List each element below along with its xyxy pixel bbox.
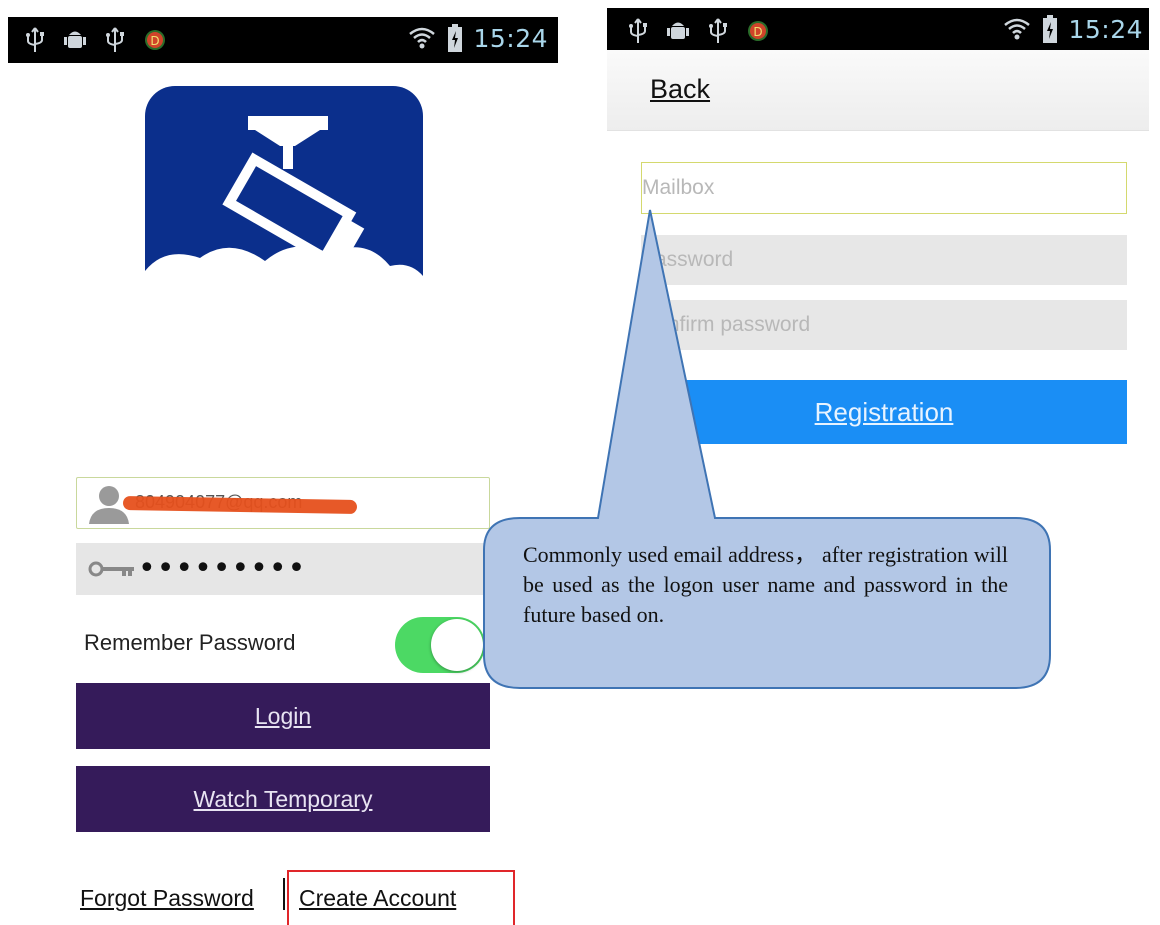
confirm-password-field[interactable]: Confirm password	[641, 300, 1127, 350]
mailbox-field[interactable]: Mailbox	[641, 162, 1127, 214]
create-account-link[interactable]: Create Account	[299, 885, 456, 912]
password-value: •••••••••	[138, 551, 307, 586]
svg-text:D: D	[150, 34, 159, 48]
link-divider	[283, 878, 285, 910]
debug-d-icon: D	[748, 21, 768, 41]
android-debug-icon	[667, 22, 689, 39]
registration-header: Back	[607, 50, 1149, 131]
usb-icon	[709, 18, 727, 43]
remember-password-label: Remember Password	[84, 630, 296, 655]
wifi-icon	[1004, 18, 1031, 40]
mailbox-placeholder: Mailbox	[642, 176, 715, 199]
forgot-password-link[interactable]: Forgot Password	[80, 885, 254, 912]
usb-icon	[26, 27, 44, 52]
password-field[interactable]: •••••••••	[76, 543, 490, 595]
login-button[interactable]: Login	[76, 683, 490, 749]
battery-charging-icon	[1043, 15, 1058, 43]
callout-text: Commonly used email address， after regis…	[523, 542, 1008, 627]
left-status-bar: D 15:24	[8, 17, 558, 63]
svg-text:D: D	[753, 25, 762, 39]
usb-icon	[106, 27, 124, 52]
toggle-knob	[431, 619, 483, 671]
battery-charging-icon	[448, 24, 463, 52]
back-link[interactable]: Back	[650, 74, 710, 105]
remember-password-toggle[interactable]	[395, 617, 485, 673]
app-logo	[145, 86, 423, 324]
key-icon	[88, 561, 134, 577]
password-field-register[interactable]: Password	[641, 235, 1127, 285]
watch-temporary-button[interactable]: Watch Temporary	[76, 766, 490, 832]
right-status-bar: D 15:24	[607, 8, 1149, 54]
android-debug-icon	[64, 31, 86, 48]
status-time: 15:24	[1068, 14, 1143, 44]
status-time: 15:24	[473, 23, 548, 53]
usb-icon	[629, 18, 647, 43]
username-field[interactable]: 804904077@qq.com	[76, 477, 490, 529]
wifi-icon	[409, 27, 436, 49]
password-placeholder: Password	[641, 248, 734, 271]
confirm-password-placeholder: Confirm password	[641, 313, 811, 336]
debug-d-icon: D	[145, 30, 165, 50]
registration-button[interactable]: Registration	[641, 380, 1127, 444]
